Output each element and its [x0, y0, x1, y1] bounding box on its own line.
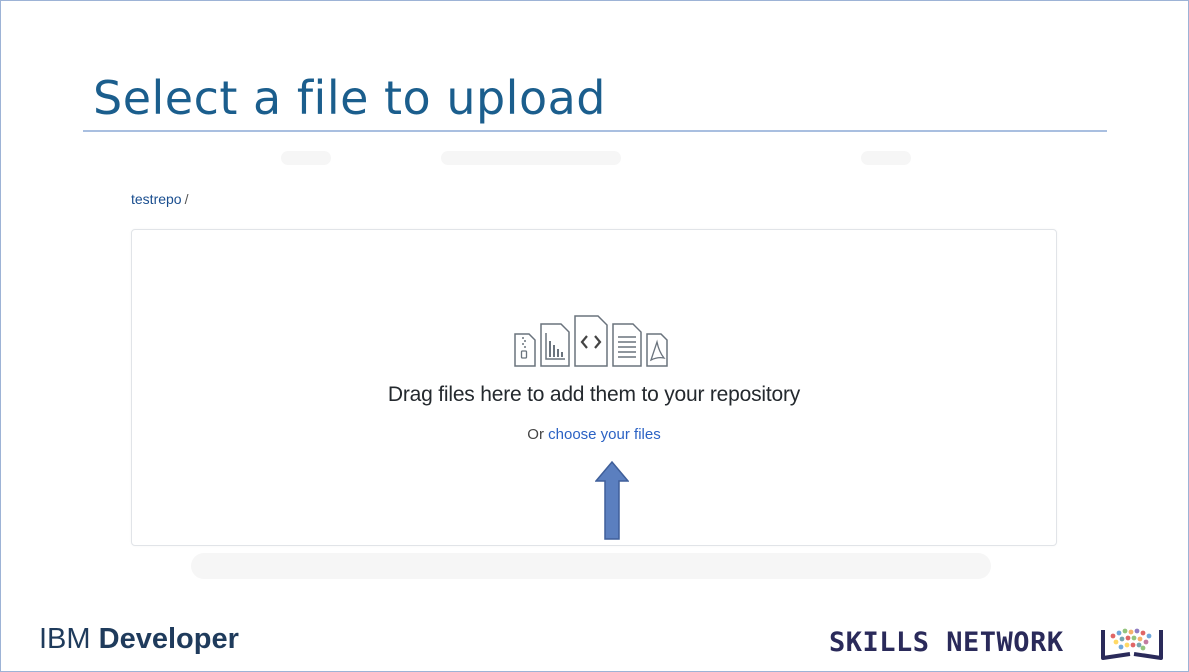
choose-files-line: Or choose your files [131, 426, 1057, 443]
breadcrumb-repo-link[interactable]: testrepo [131, 191, 182, 207]
up-arrow-icon [594, 460, 630, 546]
developer-text: Developer [98, 623, 239, 655]
ibm-developer-logo: IBM Developer [39, 623, 239, 656]
slide-frame: Select a file to upload testrepo / Drag … [0, 0, 1189, 672]
skills-network-text: SKILLS NETWORK [829, 627, 1064, 658]
file-type-icons [514, 315, 668, 367]
watermark-shape [861, 151, 911, 165]
breadcrumb-separator: / [184, 191, 189, 207]
choose-prefix: Or [527, 426, 549, 443]
watermark-shape [191, 553, 991, 579]
code-file-icon [574, 315, 608, 367]
pdf-file-icon [646, 333, 668, 367]
choose-files-link[interactable]: choose your files [548, 426, 661, 443]
title-divider [83, 130, 1107, 132]
watermark-shape [441, 151, 621, 165]
ibm-text: IBM [39, 623, 99, 655]
drop-zone-heading: Drag files here to add them to your repo… [387, 383, 801, 406]
watermark-shape [281, 151, 331, 165]
skills-network-logo [1099, 624, 1165, 669]
chart-file-icon [540, 323, 570, 367]
zip-file-icon [514, 333, 536, 367]
text-file-icon [612, 323, 642, 367]
slide-title: Select a file to upload [93, 71, 606, 125]
breadcrumb: testrepo / [131, 191, 188, 207]
